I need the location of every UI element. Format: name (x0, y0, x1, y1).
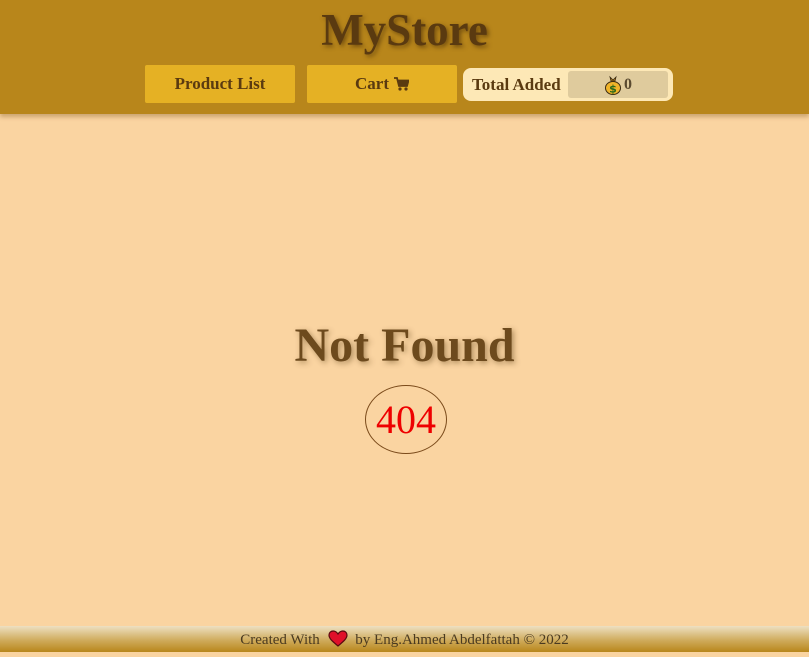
brand-title: MyStore (321, 5, 488, 55)
heart-icon (327, 629, 348, 657)
total-added-label: Total Added (472, 75, 561, 94)
site-header: MyStore Product List Cart Total Added $ (0, 0, 809, 114)
product-list-button[interactable]: Product List (145, 65, 295, 103)
not-found-title: Not Found (294, 319, 515, 372)
money-bag-icon: $ (604, 75, 622, 95)
total-added-value: 0 (624, 75, 632, 93)
svg-text:$: $ (609, 82, 617, 95)
error-code-badge: 404 (365, 385, 447, 454)
product-list-label: Product List (174, 74, 266, 93)
total-added-box: Total Added $ 0 (463, 68, 673, 101)
site-footer: Created With by Eng.Ahmed Abdelfattah © … (0, 626, 809, 652)
cart-label: Cart (355, 74, 389, 93)
total-added-value-box: $ 0 (568, 71, 668, 98)
footer-text-after: by Eng.Ahmed Abdelfattah © 2022 (355, 632, 569, 648)
cart-icon (393, 77, 409, 91)
cart-button[interactable]: Cart (307, 65, 457, 103)
footer-text-before: Created With (240, 632, 320, 648)
